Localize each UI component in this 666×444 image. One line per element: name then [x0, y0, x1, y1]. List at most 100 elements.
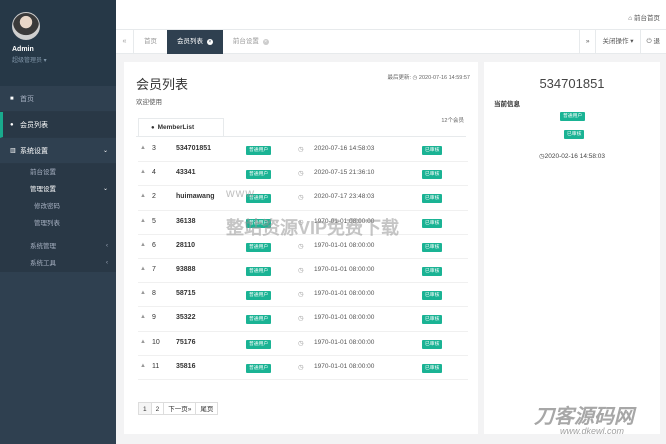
clock-icon: ◷	[412, 75, 418, 81]
status-badge: 已审核	[422, 339, 443, 349]
status-badge: 已审核	[422, 146, 443, 155]
member-username[interactable]: huimawang	[176, 193, 215, 200]
member-username[interactable]: 35322	[176, 314, 195, 321]
next-page-button[interactable]: 下一页»	[163, 402, 197, 415]
user-icon: ▲	[140, 314, 146, 321]
sidebar: Admin 超级管理员 ▾ ■ 首页 ● 会员列表 ▥ 系统设置 ⌄ 前台设置 …	[0, 0, 116, 444]
clock-icon: ◷	[298, 194, 304, 202]
user-icon: ▲	[140, 290, 146, 297]
sidebar-menu: ■ 首页 ● 会员列表 ▥ 系统设置 ⌄ 前台设置 管理设置 ⌄ 修改密码 管理…	[0, 86, 116, 272]
close-icon[interactable]: ×	[262, 38, 269, 45]
user-icon: ▲	[140, 362, 146, 369]
role-badge: 普通用户	[246, 266, 272, 276]
top-navbar: ⌂ 前台首页	[116, 0, 666, 30]
tab-scroll-right-button[interactable]: »	[578, 29, 596, 54]
tab-frontend-settings[interactable]: 前台设置 ×	[223, 30, 279, 54]
table-row[interactable]: ▲ 4 43341 普通用户 ◷ 2020-07-15 21:36:10 已审核	[138, 162, 468, 187]
sidebar-item-change-password[interactable]: 修改密码	[0, 198, 116, 215]
close-actions-dropdown[interactable]: 关闭操作 ▾	[595, 29, 639, 54]
last-update: 最后更新: ◷ 2020-07-16 14:59:57	[387, 75, 470, 81]
pagination: 1 2 下一页» 尾页	[138, 402, 219, 415]
tab-home[interactable]: 首页	[134, 30, 167, 54]
status-badge: 已审核	[422, 266, 443, 276]
member-username[interactable]: 93888	[176, 266, 195, 273]
logout-button[interactable]: ⏻ 退	[639, 29, 666, 54]
member-rank: 10	[152, 338, 160, 346]
member-rank: 6	[152, 241, 156, 249]
status-badge: 已审核	[564, 130, 585, 139]
member-time: ◷2020-02-16 14:58:03	[538, 153, 606, 160]
member-rank: 11	[152, 362, 160, 370]
divider	[136, 136, 466, 137]
table-row[interactable]: ▲ 7 93888 普通用户 ◷ 1970-01-01 08:00:00 已审核	[138, 259, 468, 284]
chevron-down-icon: ⌄	[102, 148, 108, 154]
clock-icon: ◷	[298, 315, 304, 323]
sidebar-item-frontend-settings[interactable]: 前台设置	[0, 164, 116, 181]
role-badge: 普通用户	[246, 170, 272, 180]
page-1-button[interactable]: 1	[138, 402, 152, 415]
member-username[interactable]: 36138	[176, 218, 195, 225]
sidebar-item-label: 首页	[20, 95, 34, 103]
member-username[interactable]: 75176	[176, 339, 195, 346]
sidebar-item-label: 系统工具	[30, 260, 56, 267]
sidebar-item-system-tools[interactable]: 系统工具 ‹	[0, 255, 116, 272]
member-time: 1970-01-01 08:00:00	[314, 290, 375, 298]
sidebar-item-home[interactable]: ■ 首页	[0, 86, 116, 112]
member-username[interactable]: 534701851	[176, 145, 211, 152]
sidebar-item-admin-settings[interactable]: 管理设置 ⌄	[0, 181, 116, 198]
user-icon: ●	[10, 121, 14, 128]
welcome-text: 欢迎使用	[136, 99, 162, 106]
close-icon[interactable]: ×	[206, 38, 213, 45]
member-time: 2020-07-16 14:58:03	[314, 145, 375, 152]
table-row[interactable]: ▲ 3 534701851 普通用户 ◷ 2020-07-16 14:58:03 已审核	[138, 138, 468, 163]
page-title: 会员列表	[136, 77, 189, 92]
member-time: 1970-01-01 08:00:00	[314, 338, 375, 346]
sidebar-item-system-admin[interactable]: 系统管理 ‹	[0, 238, 116, 255]
avatar[interactable]	[12, 12, 40, 40]
member-time: 1970-01-01 08:00:00	[314, 314, 375, 322]
role-badge: 普通用户	[246, 315, 272, 325]
user-icon: ●	[151, 125, 155, 131]
tab-members[interactable]: 会员列表 ×	[167, 29, 223, 54]
user-icon: ▲	[140, 145, 146, 151]
user-icon: ▲	[140, 241, 146, 248]
clock-icon: ◷	[298, 291, 304, 299]
status-badge: 已审核	[422, 291, 443, 301]
admin-role-dropdown[interactable]: 超级管理员 ▾	[12, 55, 116, 64]
role-badge: 普通用户	[560, 112, 586, 121]
table-row[interactable]: ▲ 10 75176 普通用户 ◷ 1970-01-01 08:00:00 已审核	[138, 332, 468, 356]
table-row[interactable]: ▲ 2 huimawang 普通用户 ◷ 2020-07-17 23:48:03 已审核	[138, 186, 468, 211]
table-row[interactable]: ▲ 11 35816 普通用户 ◷ 1970-01-01 08:00:00 已审核	[138, 356, 468, 380]
tab-bar: « 首页 会员列表 × 前台设置 × » 关闭操作 ▾ ⏻ 退	[116, 29, 666, 54]
member-username[interactable]: 43341	[176, 169, 195, 176]
chevron-left-icon: ‹	[106, 260, 108, 266]
member-time: 2020-07-17 23:48:03	[314, 193, 375, 201]
selected-member-id: 534701851	[539, 76, 605, 91]
sidebar-item-system-settings[interactable]: ▥ 系统设置 ⌄	[0, 138, 116, 164]
sidebar-item-admin-list[interactable]: 管理列表	[0, 215, 116, 232]
watermark-url: www.	[226, 186, 259, 200]
page-2-button[interactable]: 2	[150, 402, 165, 415]
member-username[interactable]: 58715	[176, 290, 195, 297]
user-icon: ▲	[140, 169, 146, 176]
sidebar-item-members[interactable]: ● 会员列表	[0, 112, 116, 138]
role-badge: 普通用户	[246, 363, 272, 373]
profile-block: Admin 超级管理员 ▾	[0, 0, 116, 86]
member-time: 1970-01-01 08:00:00	[314, 241, 375, 249]
table-row[interactable]: ▲ 9 35322 普通用户 ◷ 1970-01-01 08:00:00 已审核	[138, 307, 468, 332]
chevron-down-icon: ⌄	[102, 186, 108, 192]
role-badge: 普通用户	[246, 242, 272, 252]
last-page-button[interactable]: 尾页	[195, 402, 219, 415]
status-badge: 已审核	[422, 363, 443, 373]
sidebar-item-label: 系统设置	[20, 147, 48, 155]
clock-icon: ◷	[298, 339, 304, 347]
member-detail-panel: 534701851 当前信息 普通用户 已审核 ◷2020-02-16 14:5…	[484, 62, 660, 434]
clock-icon: ◷	[298, 146, 304, 153]
member-username[interactable]: 28110	[176, 242, 195, 249]
member-time: 1970-01-01 08:00:00	[314, 265, 375, 273]
frontend-home-link[interactable]: ⌂ 前台首页	[628, 12, 660, 22]
member-username[interactable]: 35816	[176, 363, 195, 370]
tab-member-list[interactable]: ● MemberList	[138, 118, 224, 136]
tab-scroll-left-button[interactable]: «	[116, 29, 134, 54]
table-row[interactable]: ▲ 8 58715 普通用户 ◷ 1970-01-01 08:00:00 已审核	[138, 283, 468, 308]
